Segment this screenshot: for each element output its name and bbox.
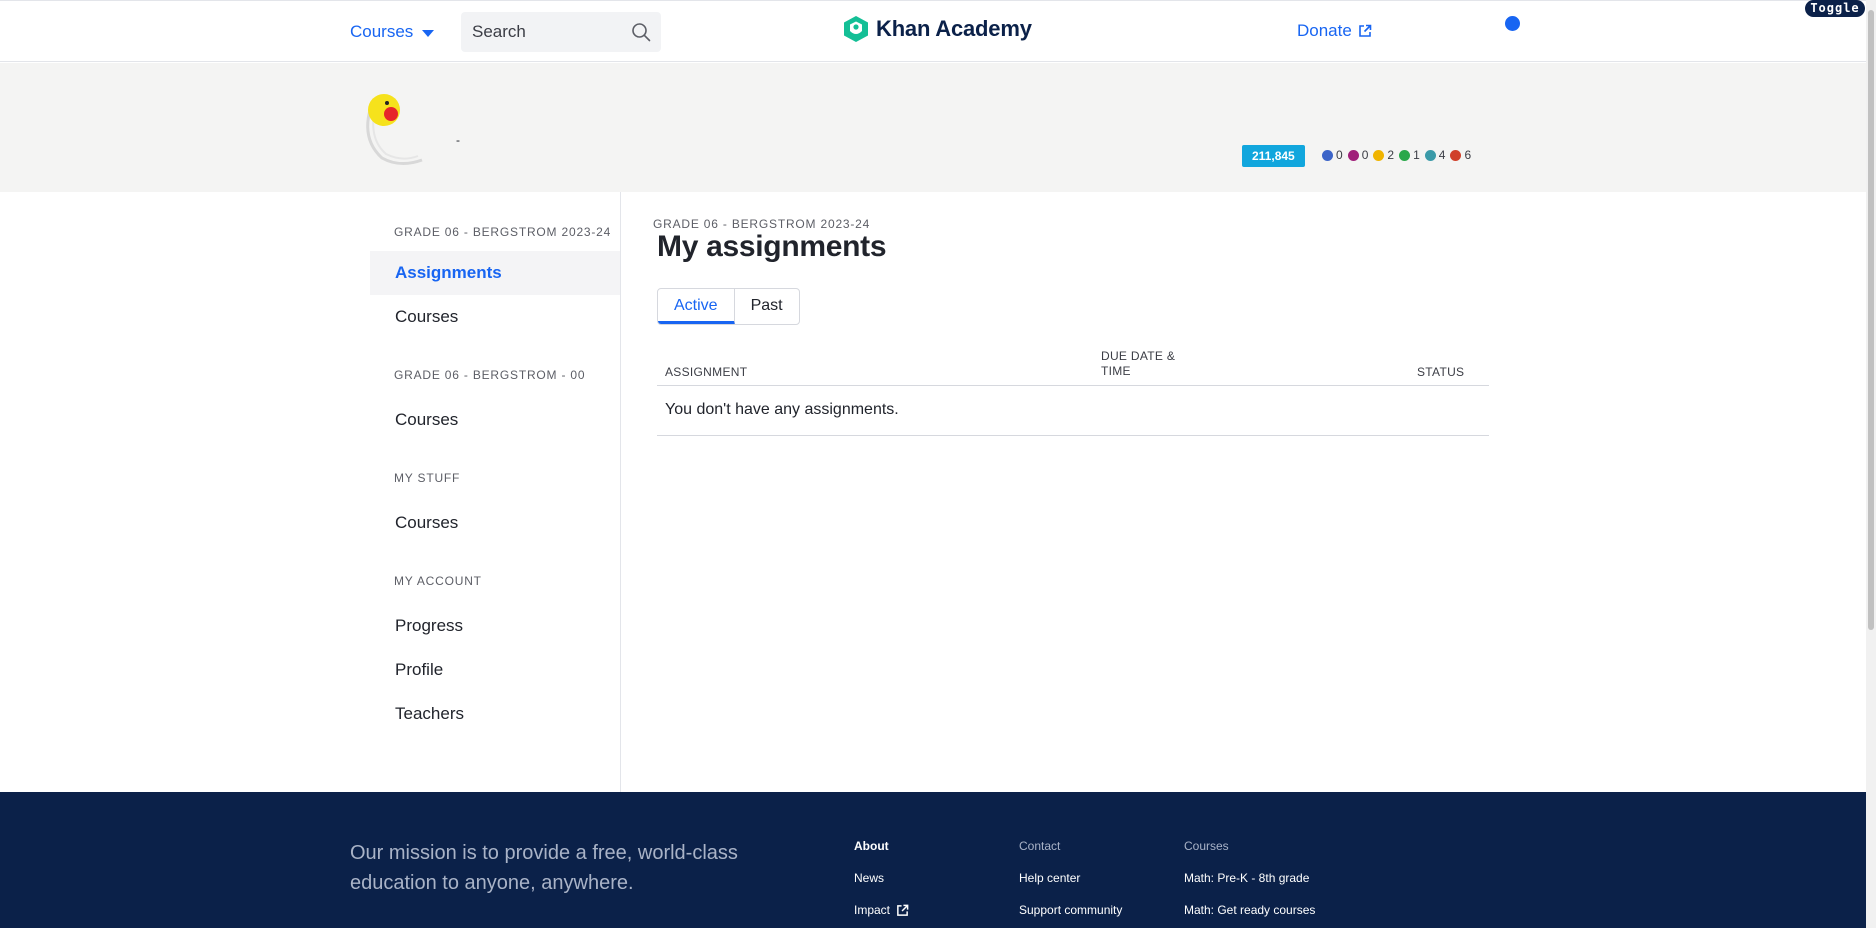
- badge-count-item[interactable]: 0: [1347, 148, 1369, 162]
- earth-badge-icon: [1399, 149, 1411, 161]
- sidebar-item-courses-class-2023[interactable]: Courses: [370, 295, 620, 339]
- footer: Our mission is to provide a free, world-…: [0, 792, 1866, 928]
- badge-counts[interactable]: 0 0 2 1 4 6: [1322, 148, 1476, 162]
- username-placeholder: -: [456, 133, 460, 147]
- badge-count: 0: [1361, 148, 1369, 162]
- column-header-assignment: ASSIGNMENT: [665, 365, 748, 379]
- moon-badge-icon: [1424, 149, 1436, 161]
- footer-contact-column: Contact Help center Support community: [1019, 839, 1122, 928]
- search-input[interactable]: [472, 22, 622, 42]
- badge-count: 6: [1464, 148, 1472, 162]
- footer-link-impact-label: Impact: [854, 903, 891, 917]
- caret-down-icon: [422, 29, 435, 37]
- footer-link-news-label: News: [854, 871, 885, 885]
- sidebar-nav: GRADE 06 - BERGSTROM 2023-24 Assignments…: [370, 192, 620, 736]
- badge-count: 2: [1387, 148, 1395, 162]
- external-link-icon: [897, 904, 909, 916]
- page-scrollbar[interactable]: [1866, 0, 1876, 928]
- top-navigation: Courses Khan Academy Donate: [0, 0, 1866, 62]
- badge-count: 1: [1413, 148, 1420, 162]
- footer-link-support-community[interactable]: Support community: [1019, 903, 1122, 917]
- sidebar-item-teachers[interactable]: Teachers: [370, 692, 620, 736]
- avatar[interactable]: [360, 90, 436, 166]
- energy-points-badge[interactable]: 211,845: [1242, 145, 1305, 167]
- badge-count-item[interactable]: 0: [1322, 148, 1343, 162]
- badge-count: 0: [1336, 148, 1343, 162]
- sidebar-item-profile[interactable]: Profile: [370, 648, 620, 692]
- footer-link-math-get-ready[interactable]: Math: Get ready courses: [1184, 903, 1315, 917]
- badge-count-item[interactable]: 2: [1373, 148, 1394, 162]
- logo-wordmark: Khan Academy: [876, 16, 1032, 41]
- footer-link-news[interactable]: News: [854, 871, 909, 885]
- toggle-button[interactable]: Toggle: [1805, 0, 1865, 17]
- column-header-status: STATUS: [1417, 365, 1465, 379]
- empty-state-message: You don't have any assignments.: [657, 386, 1489, 436]
- sidebar-item-progress[interactable]: Progress: [370, 604, 620, 648]
- sidebar-divider: [620, 192, 621, 792]
- footer-link-help-center[interactable]: Help center: [1019, 871, 1122, 885]
- search-icon[interactable]: [631, 22, 651, 42]
- tab-past[interactable]: Past: [735, 289, 799, 324]
- meteorite-badge-icon: [1450, 149, 1462, 161]
- assignment-tabs: Active Past: [657, 288, 800, 325]
- footer-about-column: About News Impact: [854, 839, 909, 928]
- donate-link[interactable]: Donate: [1297, 21, 1372, 41]
- courses-menu-button[interactable]: Courses: [350, 19, 435, 45]
- khan-academy-logo[interactable]: Khan Academy: [843, 15, 1032, 43]
- footer-courses-column: Courses Math: Pre-K - 8th grade Math: Ge…: [1184, 839, 1315, 928]
- badge-count-item[interactable]: 4: [1424, 148, 1446, 162]
- column-header-due-date: DUE DATE & TIME: [1101, 349, 1176, 378]
- breadcrumb: GRADE 06 - BERGSTROM 2023-24: [653, 217, 871, 231]
- sidebar-item-assignments[interactable]: Assignments: [370, 251, 620, 295]
- sidebar-section-class-00: GRADE 06 - BERGSTROM - 00: [394, 368, 586, 382]
- scrollbar-thumb[interactable]: [1868, 10, 1874, 630]
- assignments-table: ASSIGNMENT DUE DATE & TIME STATUS You do…: [657, 349, 1489, 436]
- sidebar-section-my-stuff: MY STUFF: [394, 471, 461, 485]
- footer-contact-heading: Contact: [1019, 839, 1061, 853]
- mission-statement: Our mission is to provide a free, world-…: [350, 842, 738, 894]
- courses-menu-label: Courses: [350, 22, 414, 41]
- badge-count: 4: [1438, 148, 1446, 162]
- notification-indicator[interactable]: [1505, 16, 1520, 31]
- footer-courses-heading: Courses: [1184, 839, 1229, 853]
- sun-badge-icon: [1373, 149, 1385, 161]
- tab-active[interactable]: Active: [658, 289, 735, 324]
- profile-header: - 211,845 0 0 2 1 4 6: [0, 63, 1866, 192]
- badge-count-item[interactable]: 1: [1399, 148, 1420, 162]
- sidebar-item-courses-my-stuff[interactable]: Courses: [370, 501, 620, 545]
- footer-link-math-prek-8[interactable]: Math: Pre-K - 8th grade: [1184, 871, 1315, 885]
- sidebar-item-courses-class-00[interactable]: Courses: [370, 398, 620, 442]
- black-hole-badge-icon: [1347, 149, 1359, 161]
- sidebar-section-my-account: MY ACCOUNT: [394, 574, 482, 588]
- badge-count-item[interactable]: 6: [1450, 148, 1471, 162]
- table-header: ASSIGNMENT DUE DATE & TIME STATUS: [657, 349, 1489, 386]
- challenge-patch-icon: [1322, 149, 1333, 161]
- donate-label: Donate: [1297, 21, 1352, 40]
- footer-link-impact[interactable]: Impact: [854, 903, 909, 917]
- external-link-icon: [1359, 24, 1372, 37]
- sidebar-section-class-2023: GRADE 06 - BERGSTROM 2023-24: [394, 225, 612, 239]
- footer-about-heading: About: [854, 839, 889, 853]
- search-box[interactable]: [461, 12, 661, 52]
- khan-academy-hexagon-icon: [844, 16, 868, 42]
- page-title: My assignments: [657, 230, 887, 263]
